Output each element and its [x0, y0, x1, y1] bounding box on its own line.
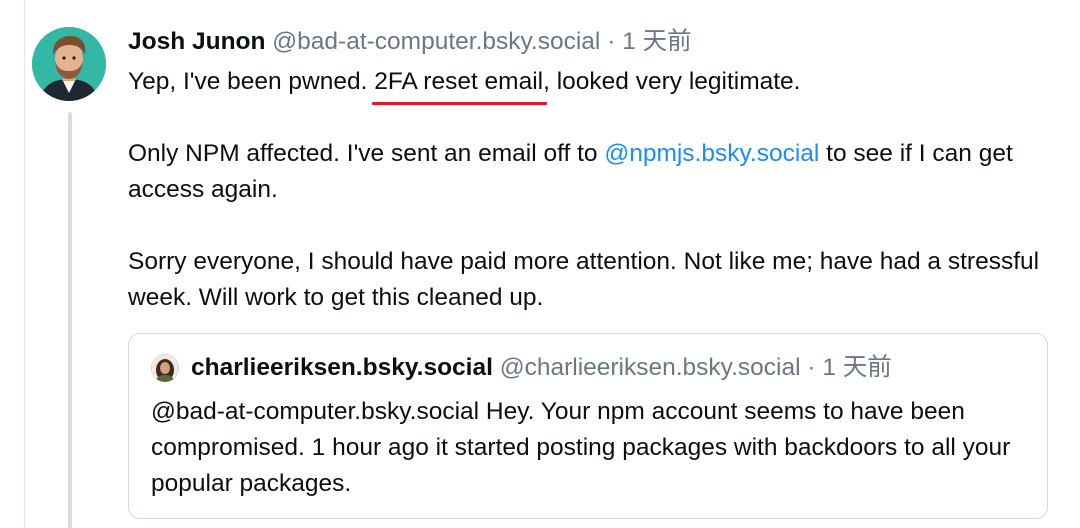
- p1-text-before: Yep, I've been pwned.: [128, 68, 375, 95]
- post-paragraph-3: Sorry everyone, I should have paid more …: [128, 248, 1040, 311]
- avatar[interactable]: [32, 27, 106, 101]
- p1-text-after: , looked very legitimate.: [543, 68, 801, 95]
- quoted-post-header: charlieeriksen.bsky.social @charlieeriks…: [191, 350, 892, 386]
- thread-connector-line: [68, 112, 72, 528]
- red-underline-annotation: [372, 102, 548, 105]
- feed-column-border: [24, 0, 25, 528]
- avatar-illustration: [32, 27, 106, 101]
- post-timestamp[interactable]: 1 天前: [622, 28, 691, 55]
- post-header: Josh Junon @bad-at-computer.bsky.social …: [128, 22, 1068, 62]
- quoted-author-avatar[interactable]: [151, 354, 179, 382]
- author-handle[interactable]: @bad-at-computer.bsky.social: [272, 28, 600, 55]
- quoted-header-separator: ·: [807, 354, 816, 381]
- post-paragraph-2: Only NPM affected. I've sent an email of…: [128, 136, 1068, 208]
- author-display-name[interactable]: Josh Junon: [128, 28, 265, 55]
- post-content: Josh Junon @bad-at-computer.bsky.social …: [128, 22, 1068, 316]
- p2-text-before: Only NPM affected. I've sent an email of…: [128, 140, 605, 167]
- header-separator: ·: [607, 28, 616, 55]
- post-thread-view: Josh Junon @bad-at-computer.bsky.social …: [0, 0, 1080, 528]
- quoted-author-display-name[interactable]: charlieeriksen.bsky.social: [191, 354, 493, 381]
- quoted-post-body: @bad-at-computer.bsky.social Hey. Your n…: [151, 398, 1011, 497]
- highlighted-phrase: 2FA reset email: [372, 64, 548, 105]
- quoted-author-handle[interactable]: @charlieeriksen.bsky.social: [500, 354, 801, 381]
- quoted-avatar-illustration: [151, 354, 179, 382]
- highlighted-phrase-text: 2FA reset email: [374, 68, 544, 95]
- quoted-post-card[interactable]: charlieeriksen.bsky.social @charlieeriks…: [128, 333, 1048, 519]
- post-paragraph-1: Yep, I've been pwned. 2FA reset email, l…: [128, 64, 1068, 105]
- mention-link[interactable]: @npmjs.bsky.social: [604, 140, 819, 167]
- quoted-post-timestamp[interactable]: 1 天前: [822, 354, 891, 381]
